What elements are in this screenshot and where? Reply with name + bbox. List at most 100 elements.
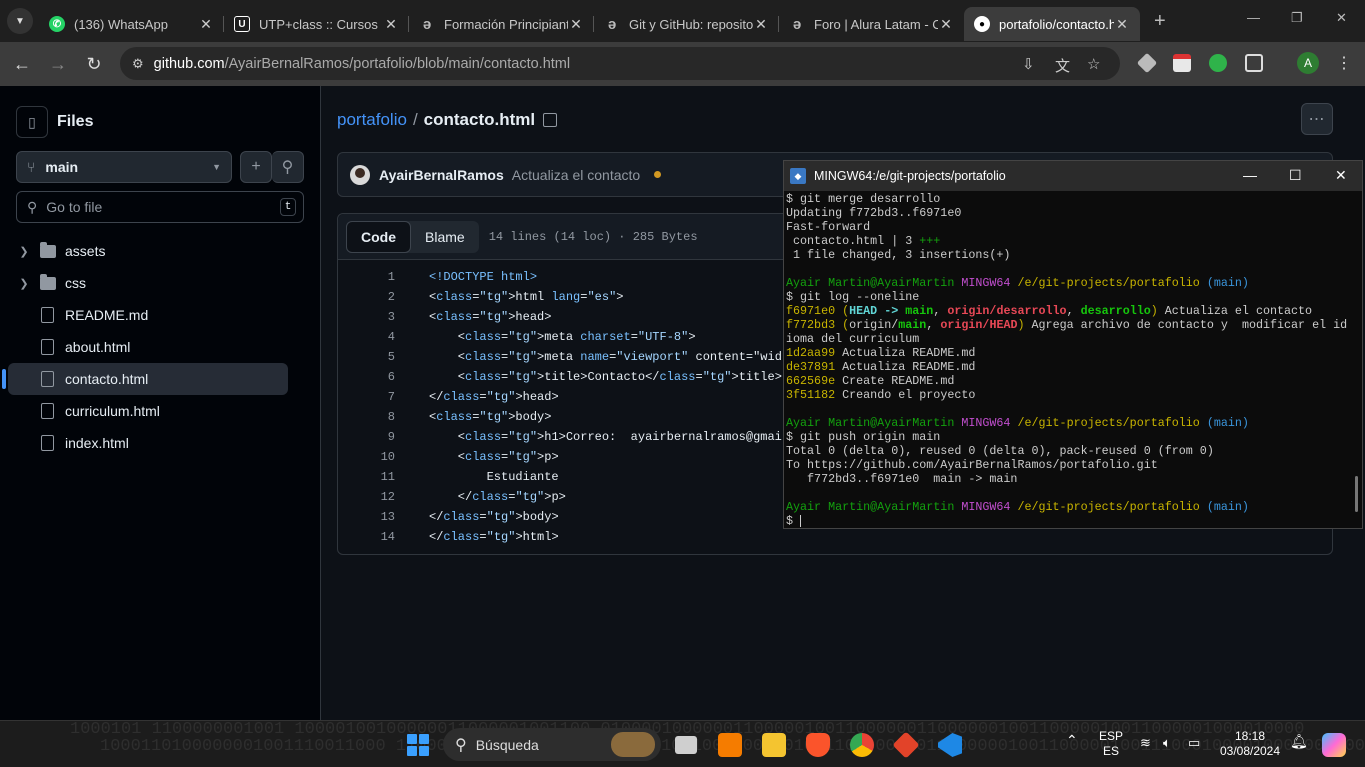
commit-message[interactable]: Actualiza el contacto [512,167,640,183]
line-number[interactable]: 4 [338,330,395,344]
utp-icon: U [234,16,250,32]
back-icon[interactable]: ← [4,46,40,82]
show-hidden-icons[interactable]: ⌃ [1066,733,1078,748]
line-number[interactable]: 1 [338,270,395,284]
commit-author[interactable]: AyairBernalRamos [379,167,504,183]
go-to-file-input[interactable]: ⚲ Go to file t [16,191,304,223]
profile-avatar[interactable]: A [1297,52,1319,74]
collapse-sidebar-icon[interactable]: ▯ [16,106,48,138]
breadcrumb-repo-link[interactable]: portafolio [337,110,407,130]
line-number[interactable]: 2 [338,290,395,304]
tab-whatsapp[interactable]: ✆ (136) WhatsApp ✕ [39,7,224,41]
task-view-icon[interactable] [675,736,697,754]
chevron-right-icon[interactable]: ❯ [16,245,32,258]
search-icon: ⚲ [455,736,467,754]
wifi-icon[interactable]: ≋ [1140,735,1151,750]
extension-cube-icon[interactable] [1136,52,1158,74]
browser-menu-icon[interactable]: ⋮ [1336,53,1352,73]
terminal-scrollbar[interactable] [1355,476,1358,512]
terminal-line: contacto.html | 3 +++ [786,234,941,248]
tree-item-about[interactable]: about.html [8,331,288,363]
reload-icon[interactable]: ↻ [76,46,112,82]
chevron-right-icon[interactable]: ❯ [16,277,32,290]
terminal-titlebar[interactable]: ◆ MINGW64:/e/git-projects/portafolio — ☐… [784,161,1362,191]
line-number[interactable]: 9 [338,430,395,444]
add-file-button[interactable]: + [240,151,272,183]
tab-utp[interactable]: U UTP+class :: Cursos ✕ [224,7,409,41]
close-icon[interactable]: ✕ [938,16,954,33]
branch-selector[interactable]: ⑂ main ▼ [16,151,232,183]
line-number[interactable]: 8 [338,410,395,424]
copilot-icon[interactable] [1322,733,1346,757]
close-icon[interactable]: ✕ [198,16,214,33]
line-number[interactable]: 5 [338,350,395,364]
tab-alura-formacion[interactable]: ə Formación Principiante ✕ [409,7,594,41]
minimize-icon[interactable]: — [1243,167,1257,183]
tree-item-index[interactable]: index.html [8,427,288,459]
window-close-icon[interactable]: ✕ [1336,10,1347,26]
restore-icon[interactable]: ❐ [1291,10,1303,26]
taskbar-search[interactable]: ⚲ Búsqueda [443,728,661,761]
bookmark-star-icon[interactable]: ☆ [1087,55,1100,73]
close-icon[interactable]: ✕ [1335,167,1347,184]
tree-item-readme[interactable]: README.md [8,299,288,331]
maximize-icon[interactable]: ☐ [1289,167,1302,184]
extensions-puzzle-icon[interactable] [1245,54,1263,72]
close-icon[interactable]: ✕ [568,16,584,33]
new-tab-icon[interactable]: + [1154,10,1166,33]
chrome-icon[interactable] [850,733,874,757]
line-number[interactable]: 12 [338,490,395,504]
line-number[interactable]: 14 [338,530,395,544]
tab-alura-foro[interactable]: ə Foro | Alura Latam - C ✕ [779,7,964,41]
brave-icon[interactable] [806,733,830,757]
terminal-title: MINGW64:/e/git-projects/portafolio [814,169,1006,183]
line-number[interactable]: 3 [338,310,395,324]
notification-bell-icon[interactable]: 🔔︎ [1290,734,1308,749]
forward-icon[interactable]: → [40,46,76,82]
line-number[interactable]: 11 [338,470,395,484]
battery-icon[interactable]: ▭ [1188,735,1200,750]
terminal-output[interactable]: $ git merge desarrollo Updating f772bd3..… [784,191,1362,529]
status-dot-icon[interactable] [654,171,662,178]
tab-github-active[interactable]: ● portafolio/contacto.h ✕ [964,7,1140,41]
file-explorer-icon[interactable] [762,733,786,757]
more-options-button[interactable]: ⋯ [1301,103,1333,135]
close-icon[interactable]: ✕ [753,16,769,33]
install-app-icon[interactable]: ⇩ [1022,55,1035,73]
tree-item-contacto[interactable]: contacto.html [2,363,288,395]
files-title: Files [57,113,94,130]
tab-alura-git[interactable]: ə Git y GitHub: reposito ✕ [594,7,779,41]
xampp-icon[interactable] [718,733,742,757]
avatar[interactable] [350,164,370,185]
tree-item-assets[interactable]: ❯ assets [8,235,288,267]
site-info-icon[interactable]: ⚙ [132,56,144,72]
terminal-window[interactable]: ◆ MINGW64:/e/git-projects/portafolio — ☐… [783,160,1363,529]
language-indicator[interactable]: ESP ES [1099,729,1123,759]
tab-code[interactable]: Code [346,220,411,253]
tab-blame[interactable]: Blame [411,221,479,253]
line-number[interactable]: 6 [338,370,395,384]
terminal-line: $ git log --oneline [786,290,920,304]
line-number[interactable]: 13 [338,510,395,524]
close-icon[interactable]: ✕ [383,16,399,33]
copy-path-icon[interactable] [543,113,558,127]
files-header: ▯ Files [16,106,93,138]
line-number[interactable]: 10 [338,450,395,464]
terminal-line: 3f51182 Creando el proyecto [786,388,976,402]
translate-icon[interactable]: 文 [1055,55,1070,76]
taskbar: 1000101 1100000001001 100001001000000110… [0,720,1365,767]
address-bar[interactable]: ⚙ github.com/AyairBernalRamos/portafolio… [120,47,1120,80]
extension-card-icon[interactable] [1173,54,1191,72]
tab-search-icon[interactable]: ▼ [7,8,33,34]
extension-frog-icon[interactable] [1209,54,1227,72]
tree-item-curriculum[interactable]: curriculum.html [8,395,288,427]
minimize-icon[interactable]: — [1247,10,1260,25]
windows-start-icon[interactable] [407,734,429,756]
volume-icon[interactable]: 🔈︎ [1163,735,1171,750]
tree-item-css[interactable]: ❯ css [8,267,288,299]
close-icon[interactable]: ✕ [1114,16,1130,33]
search-button[interactable]: ⚲ [272,151,304,183]
line-number[interactable]: 7 [338,390,395,404]
clock[interactable]: 18:18 03/08/2024 [1218,729,1282,759]
